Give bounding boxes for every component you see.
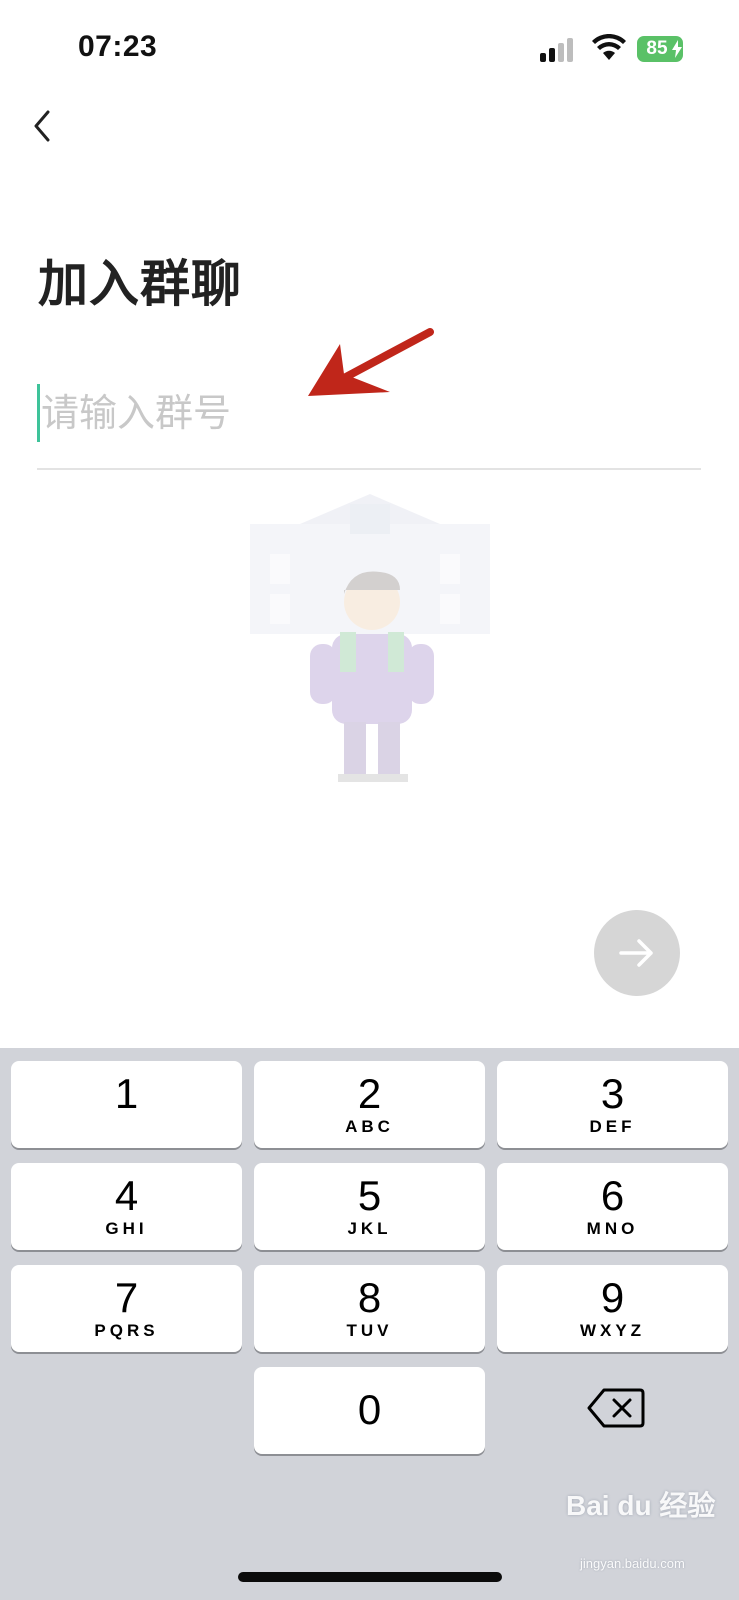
- key-number: 1: [114, 1070, 139, 1117]
- status-time: 07:23: [78, 30, 158, 63]
- wifi-icon: [592, 34, 626, 60]
- key-letters: PQRS: [94, 1321, 159, 1340]
- key-number: 2: [357, 1070, 382, 1117]
- key-5[interactable]: 5 JKL: [254, 1163, 485, 1250]
- key-3[interactable]: 3 DEF: [497, 1061, 728, 1148]
- key-6[interactable]: 6 MNO: [497, 1163, 728, 1250]
- key-letters: DEF: [589, 1117, 636, 1136]
- key-letters: ABC: [345, 1117, 394, 1136]
- key-8[interactable]: 8 TUV: [254, 1265, 485, 1352]
- arrow-right-icon: [619, 939, 653, 967]
- key-letters: WXYZ: [579, 1321, 646, 1340]
- key-number: 5: [357, 1172, 382, 1219]
- chevron-left-icon: [34, 110, 50, 142]
- page-title: 加入群聊: [38, 256, 242, 312]
- key-7[interactable]: 7 PQRS: [11, 1265, 242, 1352]
- key-9[interactable]: 9 WXYZ: [497, 1265, 728, 1352]
- student-school-illustration: [250, 494, 490, 782]
- backspace-icon: [587, 1388, 645, 1428]
- key-2[interactable]: 2 ABC: [254, 1061, 485, 1148]
- key-letters: MNO: [586, 1219, 639, 1238]
- watermark-site: jingyan.baidu.com: [580, 1556, 685, 1571]
- back-button[interactable]: [26, 102, 62, 150]
- baidu-jingyan-watermark: Bai du 经验: [566, 1490, 716, 1521]
- key-0[interactable]: 0: [254, 1367, 485, 1454]
- key-number: 6: [600, 1172, 625, 1219]
- key-letters: GHI: [105, 1219, 148, 1238]
- home-indicator: [238, 1572, 502, 1582]
- status-bar: 07:23 85: [0, 0, 739, 100]
- key-number: 7: [114, 1274, 139, 1321]
- signal-bars-icon: [540, 38, 580, 62]
- key-1[interactable]: 1: [11, 1061, 242, 1148]
- next-button[interactable]: [594, 910, 680, 996]
- key-number: 0: [357, 1386, 382, 1433]
- key-number: 4: [114, 1172, 139, 1219]
- key-4[interactable]: 4 GHI: [11, 1163, 242, 1250]
- group-number-field[interactable]: [37, 380, 701, 470]
- key-number: 8: [357, 1274, 382, 1321]
- key-letters: JKL: [347, 1219, 392, 1238]
- key-number: 3: [600, 1070, 625, 1117]
- delete-key[interactable]: [586, 1386, 646, 1430]
- text-caret: [37, 384, 40, 442]
- group-number-input[interactable]: [41, 380, 681, 446]
- key-number: 9: [600, 1274, 625, 1321]
- key-letters: TUV: [346, 1321, 393, 1340]
- battery-charging-icon: 85: [637, 36, 685, 62]
